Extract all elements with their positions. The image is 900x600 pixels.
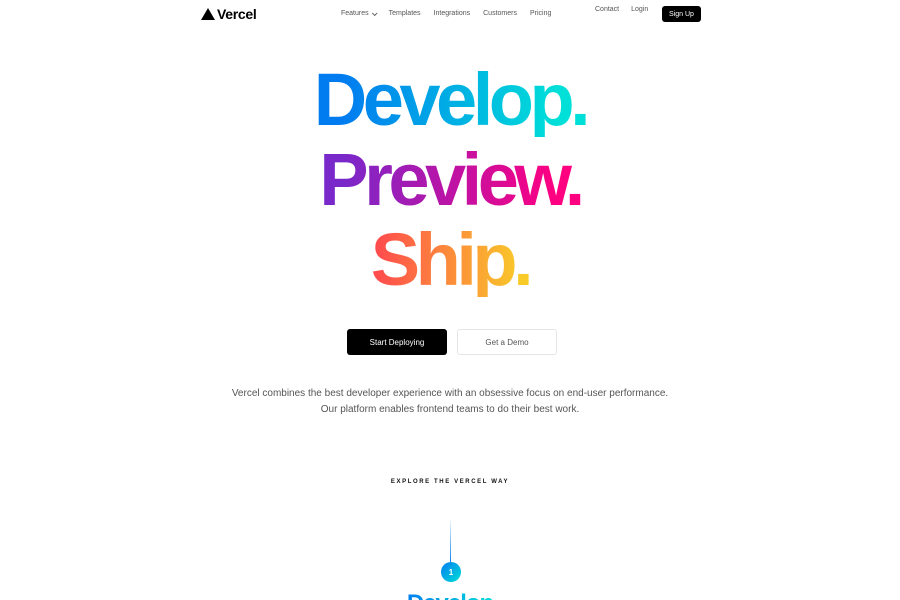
page: Vercel Features Templates Integrations C… (0, 0, 900, 600)
hero-headline-ship: Ship. (0, 223, 900, 297)
nav-right-links: Contact Login (595, 6, 660, 13)
hero-description-line-1: Vercel combines the best developer exper… (231, 388, 669, 399)
brand-logo[interactable]: Vercel (201, 6, 257, 22)
nav-link-templates[interactable]: Templates (389, 10, 421, 17)
nav-link-login[interactable]: Login (631, 6, 648, 13)
get-a-demo-button[interactable]: Get a Demo (457, 329, 557, 355)
explore-heading: EXPLORE THE VERCEL WAY (390, 479, 510, 485)
nav-links: Features Templates Integrations Customer… (341, 9, 564, 17)
triangle-logo-icon (201, 8, 215, 20)
hero-headline-develop: Develop. (0, 63, 900, 137)
step-title-develop: Develop (0, 592, 900, 600)
nav-link-pricing[interactable]: Pricing (530, 10, 551, 17)
nav-link-features-label: Features (341, 10, 369, 17)
nav-link-features[interactable]: Features (341, 9, 378, 17)
brand-name: Vercel (217, 6, 257, 22)
start-deploying-button[interactable]: Start Deploying (347, 329, 447, 355)
nav-link-contact[interactable]: Contact (595, 6, 619, 13)
nav-link-integrations[interactable]: Integrations (434, 10, 471, 17)
hero-description-line-2: Our platform enables frontend teams to d… (320, 404, 580, 415)
step-connector-line (450, 518, 451, 564)
hero-headline-preview: Preview. (0, 143, 900, 217)
top-navigation: Vercel Features Templates Integrations C… (0, 0, 900, 28)
chevron-down-icon (371, 9, 378, 16)
step-number-badge: 1 (441, 562, 461, 582)
nav-link-customers[interactable]: Customers (483, 10, 517, 17)
sign-up-button[interactable]: Sign Up (662, 6, 701, 22)
